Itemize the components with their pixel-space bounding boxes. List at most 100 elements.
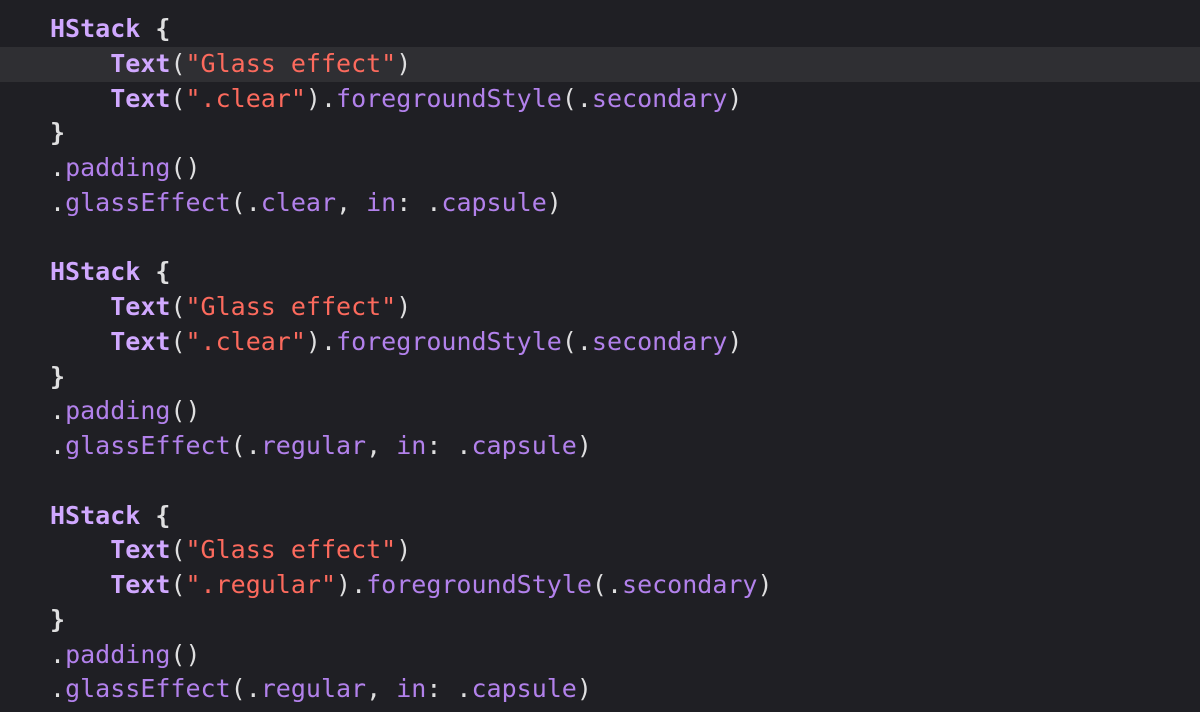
code-token-plain: ). xyxy=(336,570,367,599)
code-token-plain: . xyxy=(50,153,66,182)
code-token-plain: ) xyxy=(396,535,412,565)
code-token-type: Text xyxy=(110,570,171,599)
code-line[interactable]: .glassEffect(.regular, in: .capsule) xyxy=(0,429,1200,464)
code-token-plain: , xyxy=(366,674,397,704)
code-token-plain: : . xyxy=(426,431,472,460)
code-token-plain: ) xyxy=(396,48,412,78)
code-token-string: ".clear" xyxy=(185,83,306,113)
current-code-line[interactable]: Text("Glass effect") xyxy=(0,46,1200,82)
code-token-method: secondary xyxy=(591,83,728,113)
code-token-method: regular xyxy=(260,674,367,704)
code-token-string: "Glass effect" xyxy=(185,535,397,565)
code-line[interactable]: .padding() xyxy=(0,394,1200,429)
code-token-plain: () xyxy=(170,153,201,182)
code-token-type: HStack xyxy=(50,500,141,530)
code-token-method: in xyxy=(366,187,397,217)
code-token-brace: } xyxy=(50,361,66,391)
code-token-plain: (. xyxy=(230,674,261,704)
code-token-type: Text xyxy=(110,326,171,356)
code-token-brace: } xyxy=(50,604,66,634)
code-token-plain: . xyxy=(50,187,66,217)
code-token-plain: ( xyxy=(170,83,186,113)
code-token-method: regular xyxy=(260,431,367,460)
code-token-plain: ( xyxy=(170,292,186,321)
code-token-method: foregroundStyle xyxy=(366,570,592,599)
code-token-type: Text xyxy=(110,48,171,78)
code-token-method: in xyxy=(396,674,427,704)
code-line[interactable]: .padding() xyxy=(0,638,1200,673)
code-token-brace: } xyxy=(50,118,66,148)
code-token-type: HStack xyxy=(50,257,141,287)
code-token-plain: ). xyxy=(305,83,337,113)
code-token-plain: ) xyxy=(396,292,412,321)
code-token-method: capsule xyxy=(441,187,547,217)
code-line[interactable]: } xyxy=(0,360,1200,395)
code-line[interactable]: Text("Glass effect") xyxy=(0,533,1200,568)
code-token-plain: , xyxy=(336,187,367,217)
code-line[interactable]: } xyxy=(0,603,1200,638)
code-token-type: Text xyxy=(110,83,171,113)
code-token-plain: . xyxy=(50,431,66,460)
code-token-method: glassEffect xyxy=(65,431,231,460)
code-token-method: padding xyxy=(65,153,171,182)
code-token-plain: (. xyxy=(230,187,261,217)
code-token-plain: ( xyxy=(170,48,186,78)
code-token-string: "Glass effect" xyxy=(185,292,397,321)
code-token-string: ".clear" xyxy=(185,326,306,356)
code-token-method: capsule xyxy=(471,674,577,704)
code-token-method: padding xyxy=(65,639,171,669)
code-area[interactable]: HStack { Text("Glass effect") Text(".cle… xyxy=(0,12,1200,707)
code-token-plain: . xyxy=(50,674,66,704)
code-token-type: HStack xyxy=(50,14,141,43)
code-token-plain: . xyxy=(50,396,66,426)
code-token-plain: ( xyxy=(170,570,186,599)
code-token-plain: , xyxy=(366,431,397,460)
code-line[interactable]: Text(".clear").foregroundStyle(.secondar… xyxy=(0,82,1200,117)
code-token-brace: { xyxy=(155,500,171,530)
code-token-method: capsule xyxy=(471,431,577,460)
code-line[interactable] xyxy=(0,464,1200,499)
code-token-method: secondary xyxy=(591,326,728,356)
code-token-plain: ). xyxy=(305,326,337,356)
code-editor[interactable]: HStack { Text("Glass effect") Text(".cle… xyxy=(0,0,1200,712)
code-token-method: secondary xyxy=(622,570,758,599)
code-token-plain: ( xyxy=(170,326,186,356)
code-line[interactable]: HStack { xyxy=(0,12,1200,47)
code-token-plain: ) xyxy=(727,83,743,113)
code-token-plain: ) xyxy=(546,187,562,217)
code-line[interactable]: HStack { xyxy=(0,255,1200,290)
code-token-plain: ) xyxy=(727,326,743,356)
code-token-method: foregroundStyle xyxy=(336,83,562,113)
code-token-plain: () xyxy=(170,639,201,669)
code-token-plain: (. xyxy=(561,326,592,356)
code-line[interactable]: .padding() xyxy=(0,151,1200,186)
code-token-method: glassEffect xyxy=(65,674,231,704)
code-line[interactable]: .glassEffect(.clear, in: .capsule) xyxy=(0,186,1200,221)
code-token-method: padding xyxy=(65,396,171,426)
code-token-string: "Glass effect" xyxy=(185,48,397,78)
code-line[interactable]: HStack { xyxy=(0,499,1200,534)
code-token-plain: . xyxy=(50,639,66,669)
code-token-method: in xyxy=(396,431,427,460)
code-token-type: Text xyxy=(110,535,171,565)
code-line[interactable] xyxy=(0,221,1200,256)
code-token-plain: (. xyxy=(561,83,592,113)
code-token-plain: (. xyxy=(591,570,623,599)
code-token-plain: ) xyxy=(757,570,773,599)
code-token-brace: { xyxy=(155,257,171,287)
code-line[interactable]: Text("Glass effect") xyxy=(0,290,1200,325)
code-token-type: Text xyxy=(110,292,171,321)
code-token-method: clear xyxy=(260,187,337,217)
code-token-plain: (. xyxy=(230,431,261,460)
code-line[interactable]: } xyxy=(0,116,1200,151)
code-token-plain: () xyxy=(170,396,201,426)
code-line[interactable]: Text(".clear").foregroundStyle(.secondar… xyxy=(0,325,1200,360)
code-token-plain: ( xyxy=(170,535,186,565)
code-line[interactable]: Text(".regular").foregroundStyle(.second… xyxy=(0,568,1200,603)
code-token-plain: ) xyxy=(576,674,592,704)
code-token-plain: ) xyxy=(576,431,592,460)
code-line[interactable]: .glassEffect(.regular, in: .capsule) xyxy=(0,672,1200,707)
